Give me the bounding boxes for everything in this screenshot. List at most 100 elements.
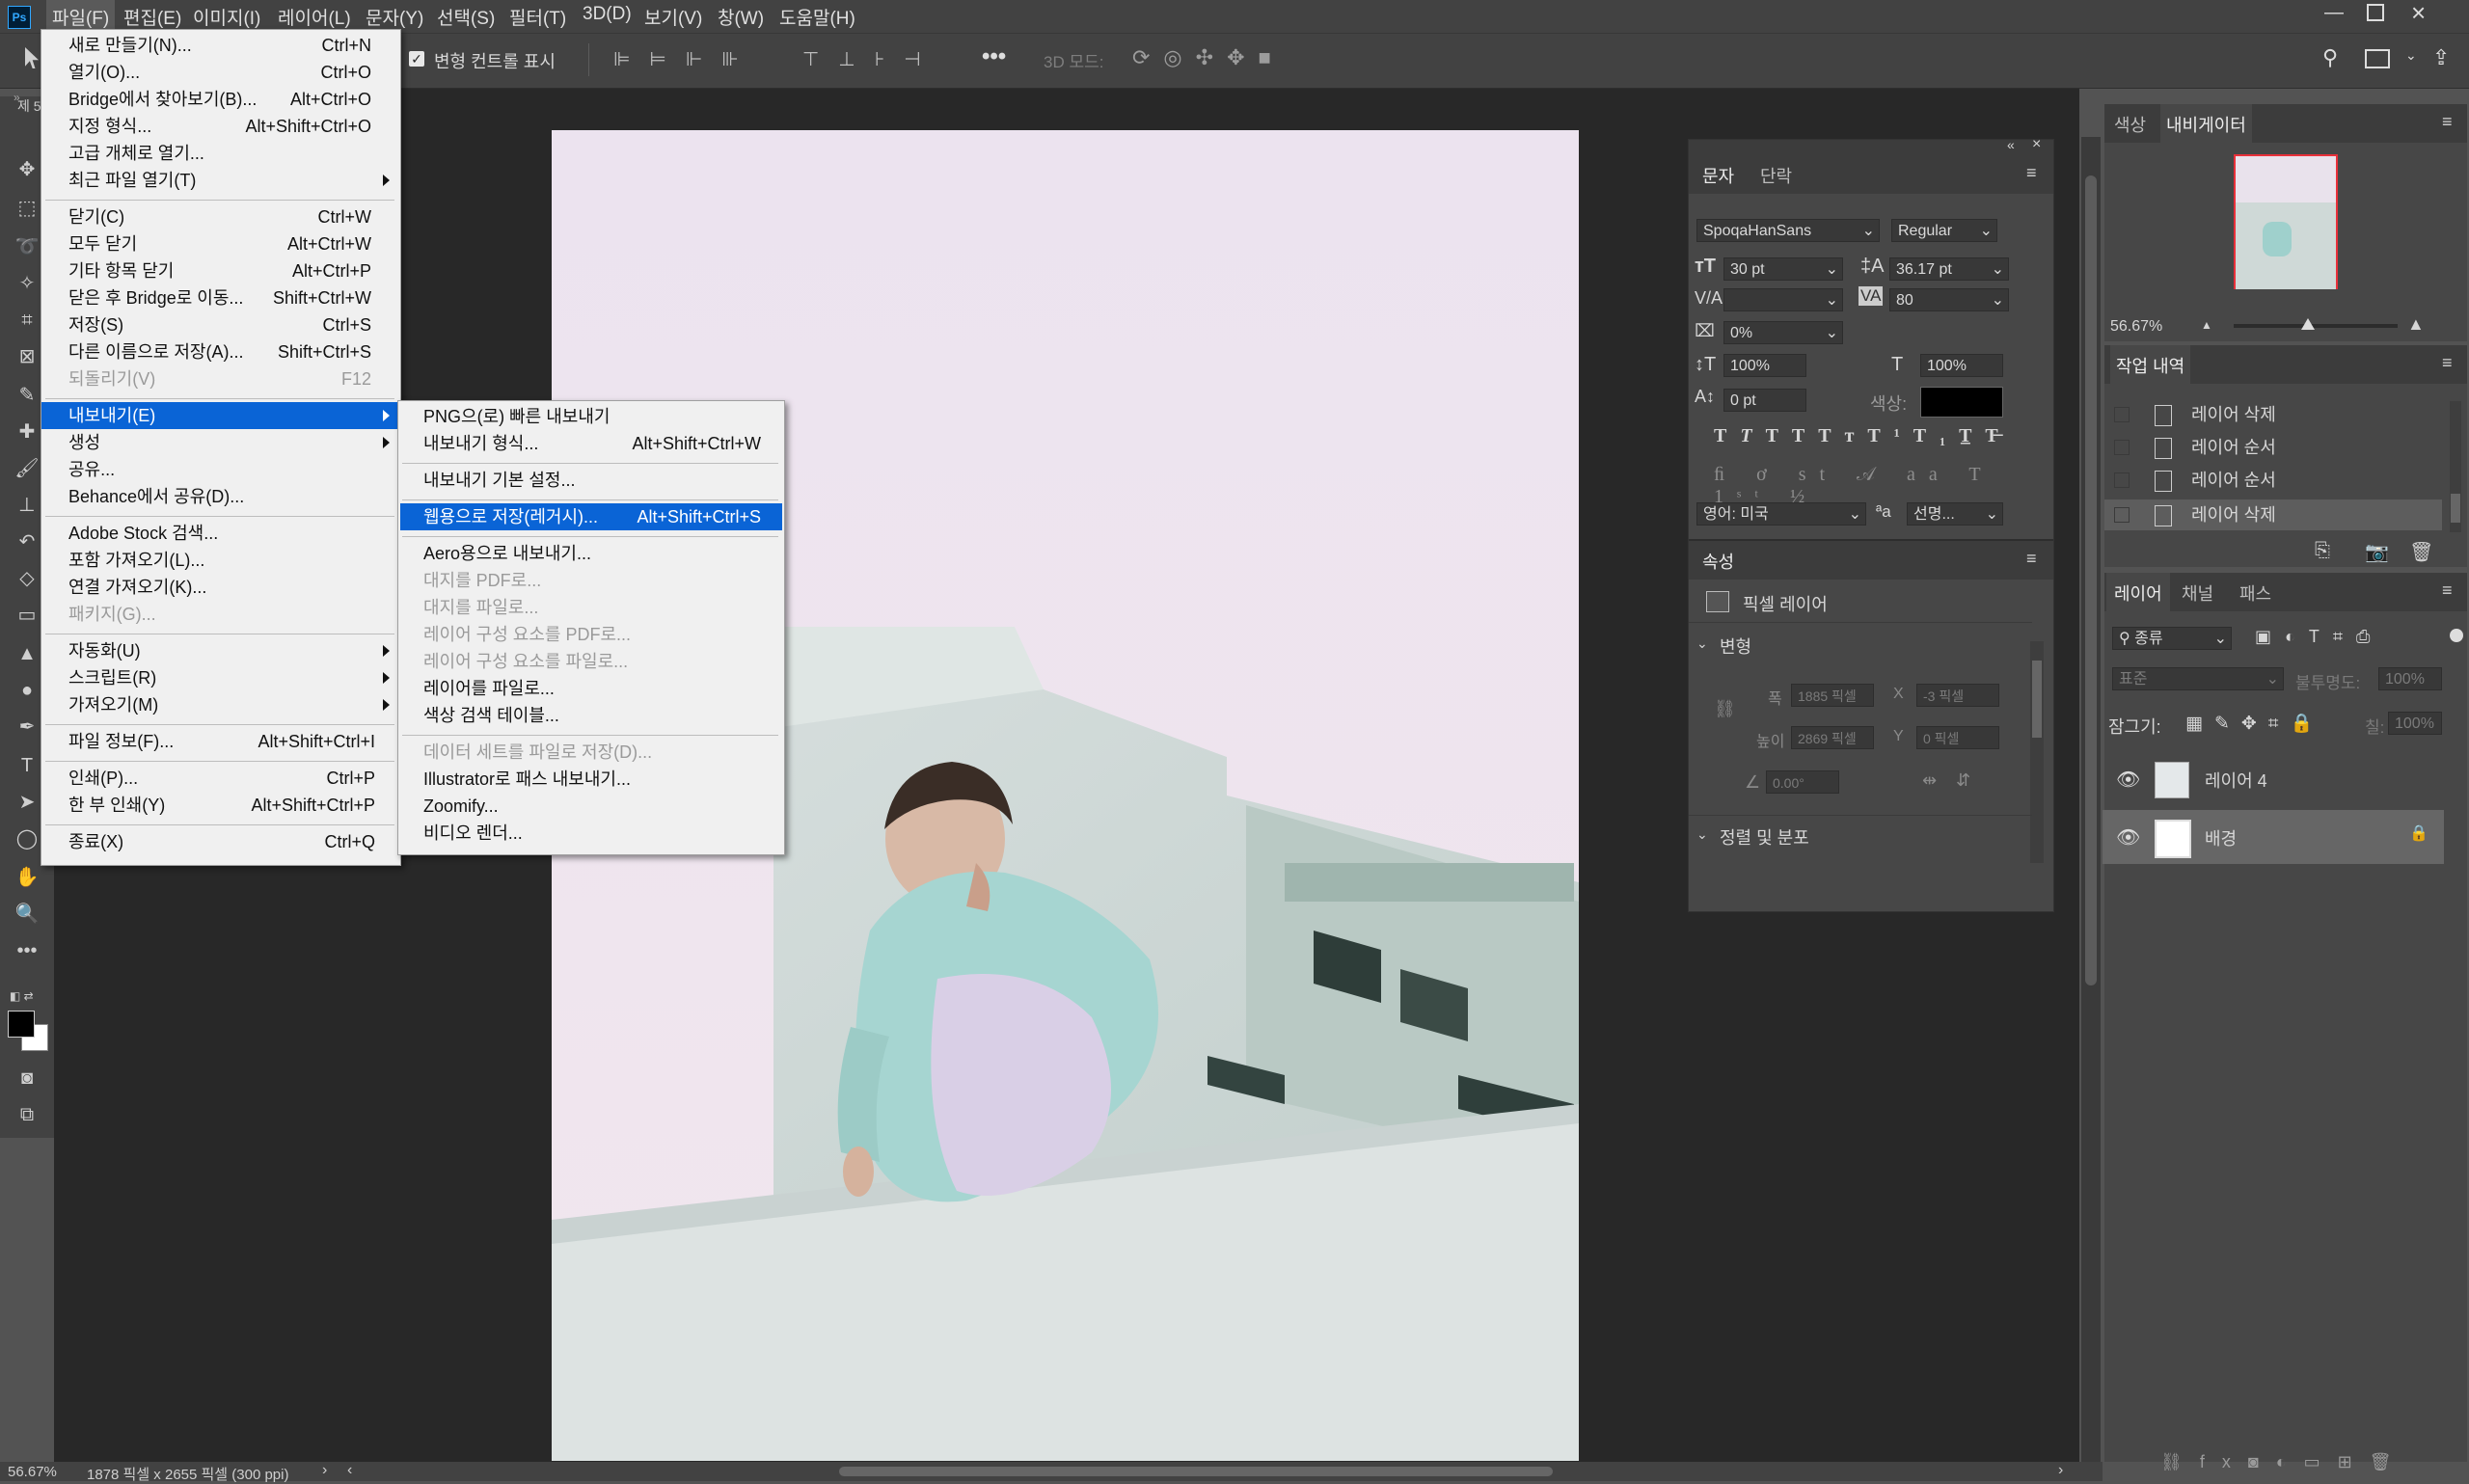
layer-filter-icons[interactable]: ▣◐T⌗⎙ [2255, 627, 2383, 647]
frame-tool-icon[interactable]: ⊠ [14, 343, 41, 370]
workspace-icon[interactable] [2365, 49, 2390, 68]
x-field[interactable]: -3 픽셀 [1916, 684, 1999, 707]
hand-tool-icon[interactable]: ✋ [14, 864, 41, 891]
type-tool-icon[interactable]: T [14, 752, 41, 779]
menu-item-generate[interactable]: 생성 [41, 429, 400, 456]
baseline-shift-field[interactable]: 0 pt [1723, 389, 1806, 412]
menu-item-close-all[interactable]: 모두 닫기 Alt+Ctrl+W [41, 230, 400, 257]
tab-channels[interactable]: 채널 [2182, 580, 2213, 606]
menu-item-open-recent[interactable]: 최근 파일 열기(T) [41, 167, 400, 194]
foreground-color-swatch[interactable] [8, 1011, 35, 1038]
tracking-field[interactable]: 80 ⌄ [1889, 288, 2009, 311]
align-section-title[interactable]: 정렬 및 분포 [1720, 824, 1809, 850]
blend-mode-select[interactable]: 표준 ⌄ [2112, 667, 2284, 690]
font-family-select[interactable]: SpoqaHanSans ⌄ [1696, 219, 1880, 242]
menu-item-open-as[interactable]: 지정 형식... Alt+Shift+Ctrl+O [41, 113, 400, 140]
panel-menu-icon[interactable]: ≡ [2442, 353, 2453, 373]
menu-type[interactable]: 문자(Y) [366, 4, 423, 30]
move-tool-preset-icon[interactable] [25, 47, 39, 68]
width-field[interactable]: 1885 픽셀 [1791, 684, 1874, 707]
visibility-eye-icon[interactable]: 👁 [2116, 768, 2140, 792]
tab-paths[interactable]: 패스 [2239, 580, 2271, 606]
menu-item-new[interactable]: 새로 만들기(N)... Ctrl+N [41, 32, 400, 59]
layer-name[interactable]: 레이어 4 [2205, 768, 2267, 793]
menu-item-print[interactable]: 인쇄(P)... Ctrl+P [41, 765, 400, 792]
history-item-current[interactable]: 레이어 삭제 [2104, 499, 2442, 530]
gradient-tool-icon[interactable]: ▭ [14, 602, 41, 629]
status-menu-arrow-icon[interactable]: › [322, 1462, 327, 1479]
menu-item-close[interactable]: 닫기(C) Ctrl+W [41, 203, 400, 230]
opacity-field[interactable]: 100% [2378, 667, 2442, 690]
height-field[interactable]: 2869 픽셀 [1791, 726, 1874, 749]
layer-row[interactable]: 👁 레이어 4 [2103, 752, 2444, 806]
properties-scrollbar[interactable] [2030, 641, 2044, 863]
menu-item-export-aero[interactable]: Aero용으로 내보내기... [398, 540, 784, 567]
faux-style-buttons-icon[interactable]: TTTTTᴛT¹T₁T̲T̶ [1714, 425, 2012, 447]
tab-navigator[interactable]: 내비게이터 [2160, 104, 2252, 143]
navigator-thumbnail[interactable] [2234, 154, 2338, 289]
edit-toolbar-icon[interactable]: ••• [14, 937, 41, 964]
history-item[interactable]: 레이어 삭제 [2104, 399, 2442, 430]
y-field[interactable]: 0 픽셀 [1916, 726, 1999, 749]
zoom-tool-icon[interactable]: 🔍 [14, 901, 41, 928]
menu-edit[interactable]: 편집(E) [123, 4, 181, 30]
more-options-icon[interactable]: ••• [982, 43, 1006, 70]
scroll-left-icon[interactable]: ‹ [347, 1462, 352, 1479]
menu-item-place-linked[interactable]: 연결 가져오기(K)... [41, 574, 400, 601]
default-colors-icon[interactable]: ◧ ⇄ [10, 989, 34, 1003]
menu-item-export[interactable]: 내보내기(E) [41, 402, 400, 429]
menu-item-exit[interactable]: 종료(X) Ctrl+Q [41, 828, 400, 855]
dodge-tool-icon[interactable]: ● [14, 677, 41, 704]
brush-tool-icon[interactable]: 🖌 [14, 455, 41, 482]
tsume-field[interactable]: 0% ⌄ [1723, 321, 1843, 344]
trash-icon[interactable]: 🗑 [2409, 540, 2433, 564]
menu-item-browse-bridge[interactable]: Bridge에서 찾아보기(B)... Alt+Ctrl+O [41, 86, 400, 113]
history-scrollbar[interactable] [2450, 401, 2461, 532]
layer-filter-select[interactable]: ⚲ 종류 ⌄ [2112, 627, 2232, 650]
magic-wand-tool-icon[interactable]: ✧ [14, 270, 41, 297]
menu-item-share-behance[interactable]: Behance에서 공유(D)... [41, 483, 400, 510]
transform-section-title[interactable]: 변형 [1720, 634, 1751, 659]
menu-item-open-smart-object[interactable]: 고급 개체로 열기... [41, 140, 400, 167]
new-document-from-state-icon[interactable]: ⎘ [2315, 540, 2330, 562]
language-select[interactable]: 영어: 미국 ⌄ [1696, 502, 1866, 526]
tab-paragraph[interactable]: 단락 [1760, 163, 1792, 188]
menu-item-open[interactable]: 열기(O)... Ctrl+O [41, 59, 400, 86]
panel-grip[interactable]: « × [1689, 136, 2053, 155]
lasso-tool-icon[interactable]: ➰ [14, 233, 41, 260]
tab-layers[interactable]: 레이어 [2106, 573, 2170, 611]
crop-tool-icon[interactable]: ⌗ [14, 307, 41, 334]
chevron-down-icon[interactable]: ⌄ [2405, 47, 2417, 64]
chevron-down-icon[interactable]: ⌄ [1696, 635, 1708, 652]
zoom-slider-thumb[interactable] [2301, 318, 2315, 330]
panel-menu-icon[interactable]: ≡ [2442, 112, 2453, 132]
history-item[interactable]: 레이어 순서 [2104, 465, 2442, 496]
leading-field[interactable]: 36.17 pt ⌄ [1889, 257, 2009, 281]
angle-field[interactable]: 0.00° [1766, 770, 1839, 794]
stamp-tool-icon[interactable]: ⊥ [14, 492, 41, 519]
collapse-icon[interactable]: « [2007, 137, 2015, 152]
history-item[interactable]: 레이어 순서 [2104, 432, 2442, 463]
restore-icon[interactable] [2367, 4, 2384, 21]
menu-item-share[interactable]: 공유... [41, 456, 400, 483]
pen-tool-icon[interactable]: ✒ [14, 714, 41, 741]
marquee-tool-icon[interactable]: ⬚ [14, 195, 41, 222]
menu-item-export-preferences[interactable]: 내보내기 기본 설정... [398, 467, 784, 494]
menu-item-close-others[interactable]: 기타 항목 닫기 Alt+Ctrl+P [41, 257, 400, 284]
navigator-zoom-value[interactable]: 56.67% [2110, 318, 2162, 336]
font-size-field[interactable]: 30 pt ⌄ [1723, 257, 1843, 281]
search-icon[interactable]: ⚲ [2322, 45, 2338, 70]
text-color-swatch[interactable] [1920, 387, 2003, 418]
menu-file[interactable]: 파일(F) [46, 0, 116, 31]
menu-item-print-one-copy[interactable]: 한 부 인쇄(Y) Alt+Shift+Ctrl+P [41, 792, 400, 819]
chevron-down-icon[interactable]: ⌄ [1696, 826, 1708, 843]
link-icon[interactable]: ⛓ [1714, 699, 1736, 719]
scroll-right-icon[interactable]: › [2058, 1462, 2063, 1479]
horizontal-scale-field[interactable]: 100% [1920, 354, 2003, 377]
tab-color[interactable]: 색상 [2114, 112, 2146, 137]
menu-item-layers-to-files[interactable]: 레이어를 파일로... [398, 675, 784, 702]
minimize-icon[interactable]: — [2324, 2, 2344, 24]
menu-select[interactable]: 선택(S) [437, 4, 495, 30]
vertical-scrollbar[interactable] [2081, 137, 2101, 1468]
menu-item-adobe-stock[interactable]: Adobe Stock 검색... [41, 520, 400, 547]
